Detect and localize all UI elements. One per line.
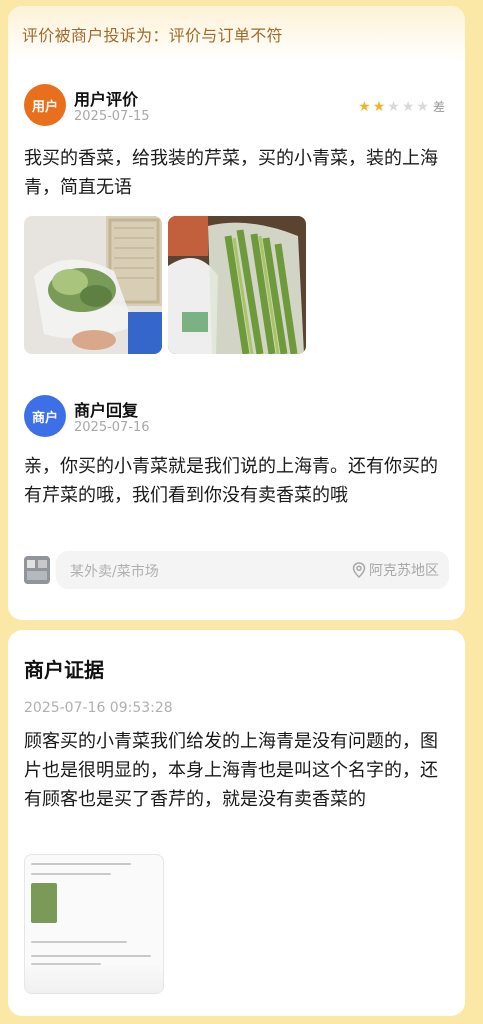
complaint-banner: 评价被商户投诉为：评价与订单不符 (8, 6, 465, 62)
user-review-title: 用户评价 (74, 90, 139, 109)
user-review-content: 我买的香菜，给我装的芹菜，买的小青菜，装的上海青，简直无语 (24, 148, 438, 198)
merchant-reply-content: 亲，你买的小青菜就是我们说的上海青。还有你买的有芹菜的哦，我们看到你没有卖香菜的… (24, 456, 438, 506)
store-location: 阿克苏地区 (352, 560, 439, 580)
store-name: 某外卖/菜市场 (70, 564, 159, 580)
star-icon: ★ (387, 98, 400, 115)
merchant-avatar: 商户 (24, 395, 66, 437)
evidence-screenshot[interactable] (24, 854, 164, 994)
evidence-card: 商户证据 2025-07-16 09:53:28 顾客买的小青菜我们给发的上海青… (8, 630, 465, 1016)
star-icon: ★ (416, 98, 429, 115)
store-thumbnail (24, 556, 50, 584)
merchant-reply-date: 2025-07-16 (74, 420, 150, 435)
review-photo[interactable] (168, 216, 306, 354)
user-review-date: 2025-07-15 (74, 109, 150, 124)
rating-label: 差 (432, 100, 445, 114)
review-photo[interactable] (24, 216, 162, 354)
star-icon: ★ (358, 98, 371, 115)
merchant-reply-title: 商户回复 (74, 401, 139, 420)
evidence-time: 2025-07-16 09:53:28 (24, 700, 173, 716)
user-review-header: 用户 用户评价 2025-07-15 ★ ★ ★ ★ ★ 差 (24, 84, 449, 128)
store-info-pill[interactable]: 某外卖/菜市场 阿克苏地区 (56, 551, 449, 589)
star-rating: ★ ★ ★ ★ ★ 差 (358, 98, 445, 115)
store-bar[interactable]: 某外卖/菜市场 阿克苏地区 (24, 551, 449, 589)
location-pin-icon (352, 562, 366, 578)
star-icon: ★ (372, 98, 386, 115)
user-avatar: 用户 (24, 84, 66, 126)
complaint-card: 评价被商户投诉为：评价与订单不符 用户 用户评价 2025-07-15 ★ ★ … (8, 6, 465, 620)
evidence-title: 商户证据 (24, 658, 104, 682)
store-location-text: 阿克苏地区 (369, 563, 439, 579)
evidence-content: 顾客买的小青菜我们给发的上海青是没有问题的，图片也是很明显的，本身上海青也是叫这… (24, 731, 438, 810)
merchant-reply-header: 商户 商户回复 2025-07-16 (24, 395, 449, 439)
star-icon: ★ (401, 98, 415, 115)
